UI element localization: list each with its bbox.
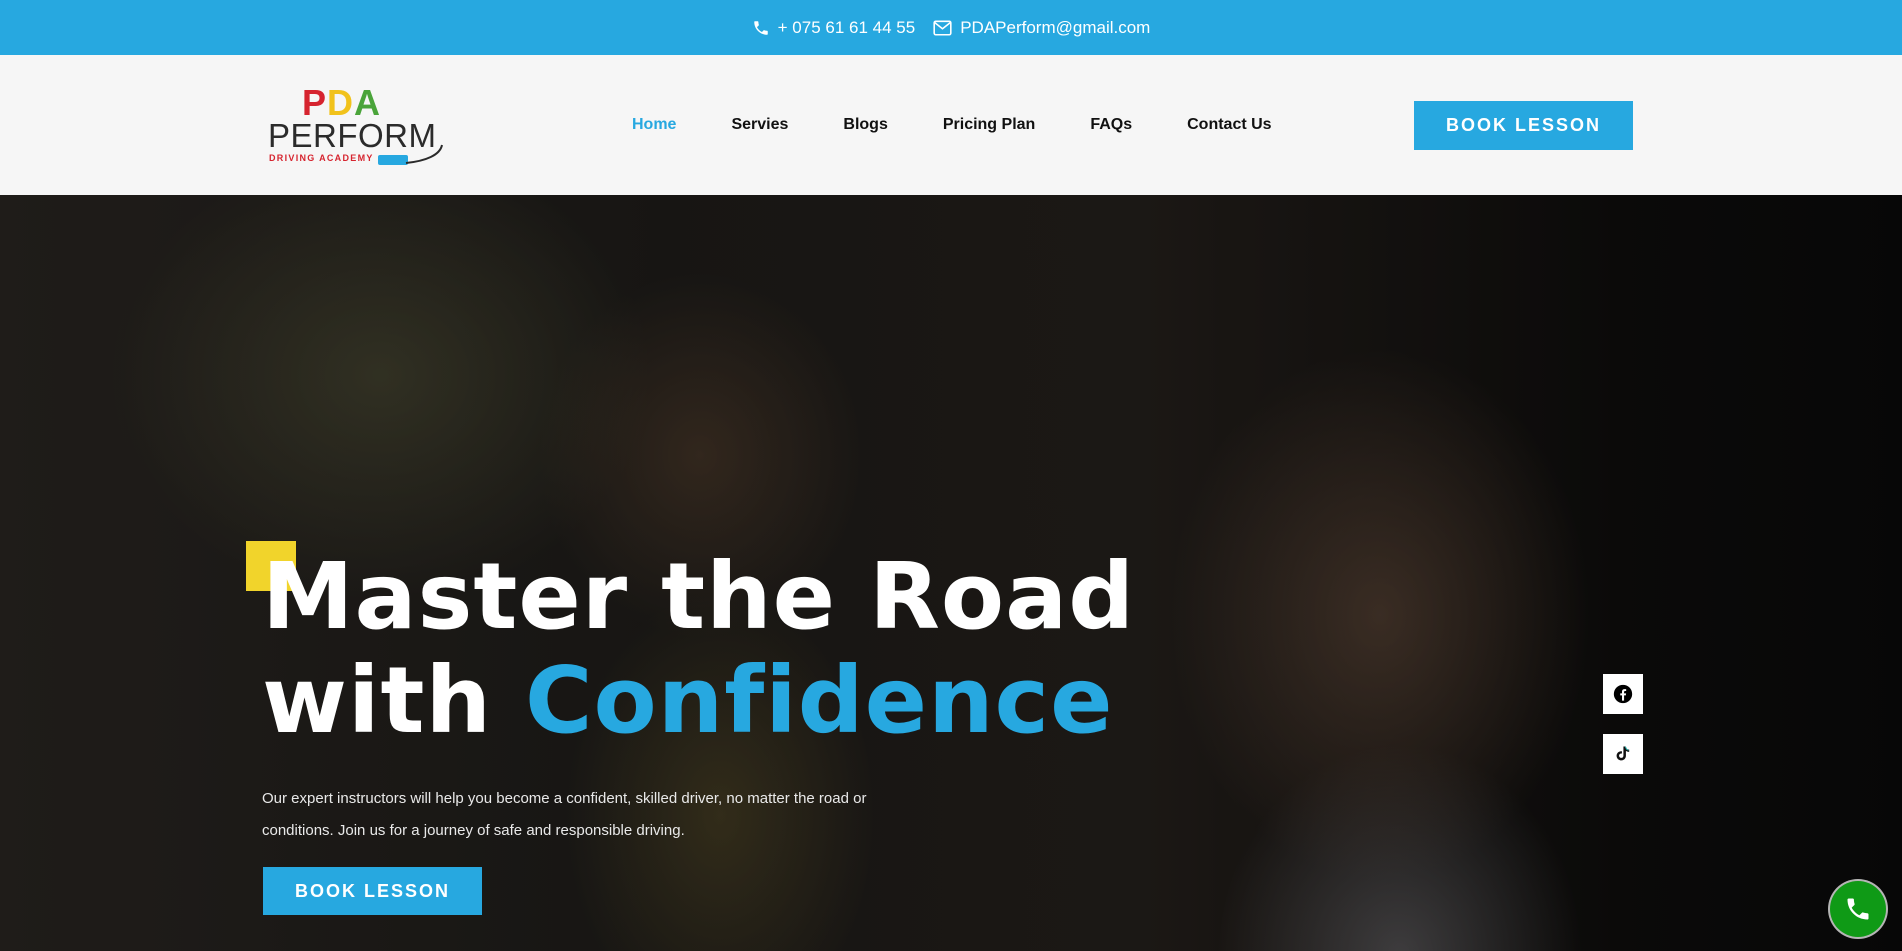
headline-line-1: Master the Road bbox=[262, 543, 1136, 650]
top-contact-bar: + 075 61 61 44 55 PDAPerform@gmail.com bbox=[0, 0, 1902, 55]
nav-blogs[interactable]: Blogs bbox=[843, 116, 887, 134]
nav-pricing-plan[interactable]: Pricing Plan bbox=[943, 116, 1035, 134]
phone-icon bbox=[1847, 898, 1869, 920]
subtext-line-1: Our expert instructors will help you bec… bbox=[262, 790, 867, 807]
hero-subtext: Our expert instructors will help you bec… bbox=[262, 783, 912, 847]
logo-tagline: DRIVING ACADEMY bbox=[269, 153, 374, 163]
subtext-line-2: conditions. Join us for a journey of saf… bbox=[262, 822, 685, 839]
book-lesson-button-hero[interactable]: BOOK LESSON bbox=[263, 867, 482, 915]
envelope-icon bbox=[933, 19, 952, 36]
main-nav: Home Servies Blogs Pricing Plan FAQs Con… bbox=[632, 55, 1327, 195]
phone-link[interactable]: + 075 61 61 44 55 bbox=[752, 17, 916, 38]
tiktok-link[interactable] bbox=[1603, 734, 1643, 774]
call-fab-button[interactable] bbox=[1830, 881, 1886, 937]
site-header: PDA PERFORM DRIVING ACADEMY Home Servies… bbox=[0, 55, 1902, 195]
site-logo[interactable]: PDA PERFORM DRIVING ACADEMY bbox=[266, 85, 443, 167]
logo-letter-a: A bbox=[354, 82, 382, 123]
logo-letter-d: D bbox=[327, 82, 355, 123]
email-address: PDAPerform@gmail.com bbox=[960, 17, 1151, 37]
nav-faqs[interactable]: FAQs bbox=[1090, 116, 1132, 134]
facebook-icon bbox=[1613, 684, 1633, 704]
email-link[interactable]: PDAPerform@gmail.com bbox=[933, 18, 1150, 38]
headline-line-2-prefix: with bbox=[262, 647, 526, 754]
facebook-link[interactable] bbox=[1603, 674, 1643, 714]
hero-headline: Master the Road with Confidence bbox=[262, 545, 1162, 753]
logo-letter-p: P bbox=[302, 82, 328, 123]
logo-letters: PDA bbox=[302, 85, 381, 121]
phone-number: + 075 61 61 44 55 bbox=[777, 17, 916, 37]
tiktok-icon bbox=[1616, 746, 1630, 761]
book-lesson-button-header[interactable]: BOOK LESSON bbox=[1414, 101, 1633, 150]
hero-section: Master the Road with Confidence Our expe… bbox=[0, 195, 1902, 951]
nav-home[interactable]: Home bbox=[632, 116, 676, 134]
phone-icon bbox=[753, 20, 768, 35]
nav-services[interactable]: Servies bbox=[731, 116, 788, 134]
headline-highlight: Confidence bbox=[525, 647, 1114, 754]
nav-contact-us[interactable]: Contact Us bbox=[1187, 116, 1271, 134]
logo-swoosh-icon bbox=[378, 144, 443, 165]
